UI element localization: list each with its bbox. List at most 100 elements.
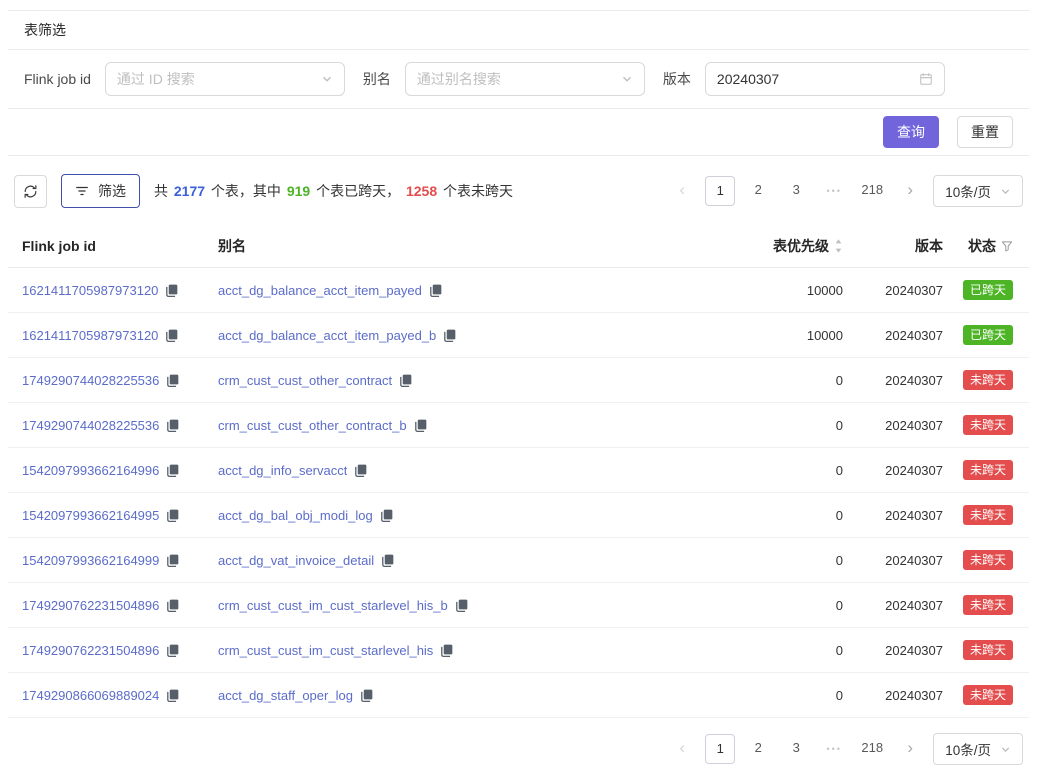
prev-page-button[interactable]: ‹: [667, 176, 697, 206]
copy-id-button[interactable]: [166, 419, 179, 432]
row-alias-link[interactable]: acct_dg_vat_invoice_detail: [218, 553, 374, 568]
flink-job-id-cell: 1749290744028225536: [22, 373, 218, 388]
copy-id-button[interactable]: [165, 284, 178, 297]
page-button-218[interactable]: 218: [857, 734, 887, 764]
row-alias-link[interactable]: acct_dg_staff_oper_log: [218, 688, 353, 703]
reset-button[interactable]: 重置: [957, 116, 1013, 148]
row-alias-link[interactable]: acct_dg_balance_acct_item_payed: [218, 283, 422, 298]
copy-icon: [166, 509, 179, 522]
copy-id-button[interactable]: [166, 374, 179, 387]
copy-icon: [360, 689, 373, 702]
next-page-button[interactable]: ›: [895, 176, 925, 206]
summary-segment: 个表未跨天: [439, 183, 513, 199]
copy-alias-button[interactable]: [455, 599, 468, 612]
col-priority[interactable]: 表优先级: [713, 236, 843, 256]
search-button[interactable]: 查询: [883, 116, 939, 148]
filter-toggle-button[interactable]: 筛选: [61, 174, 140, 208]
copy-id-button[interactable]: [166, 554, 179, 567]
prev-page-button[interactable]: ‹: [667, 734, 697, 764]
page-button-3[interactable]: 3: [781, 176, 811, 206]
crossed-count: 919: [287, 183, 310, 199]
copy-alias-button[interactable]: [354, 464, 367, 477]
calendar-icon: [919, 72, 933, 86]
page-button-3[interactable]: 3: [781, 734, 811, 764]
copy-alias-button[interactable]: [440, 644, 453, 657]
summary-segment: 个表，其中: [207, 183, 285, 199]
filter-funnel-icon[interactable]: [1001, 240, 1013, 252]
copy-alias-button[interactable]: [381, 554, 394, 567]
alias-label: 别名: [363, 69, 391, 89]
table-row: 1542097993662164995 acct_dg_bal_obj_modi…: [8, 493, 1029, 538]
row-alias-link[interactable]: crm_cust_cust_im_cust_starlevel_his: [218, 643, 433, 658]
row-priority: 10000: [713, 283, 843, 298]
row-alias-link[interactable]: acct_dg_info_servacct: [218, 463, 347, 478]
copy-icon: [429, 284, 442, 297]
col-status[interactable]: 状态: [943, 236, 1013, 256]
alias-select[interactable]: 通过别名搜索: [405, 62, 645, 96]
copy-alias-button[interactable]: [429, 284, 442, 297]
copy-alias-button[interactable]: [360, 689, 373, 702]
flink-job-id-cell: 1749290762231504896: [22, 598, 218, 613]
alias-cell: crm_cust_cust_im_cust_starlevel_his_b: [218, 598, 713, 613]
row-id-link[interactable]: 1749290762231504896: [22, 598, 159, 613]
copy-icon: [166, 644, 179, 657]
row-alias-link[interactable]: acct_dg_balance_acct_item_payed_b: [218, 328, 436, 343]
copy-id-button[interactable]: [165, 329, 178, 342]
refresh-button[interactable]: [14, 175, 47, 208]
page-button-1[interactable]: 1: [705, 734, 735, 764]
row-id-link[interactable]: 1749290744028225536: [22, 373, 159, 388]
version-date-picker[interactable]: [705, 62, 945, 96]
row-alias-link[interactable]: crm_cust_cust_im_cust_starlevel_his_b: [218, 598, 448, 613]
page-button-218[interactable]: 218: [857, 176, 887, 206]
row-id-link[interactable]: 1542097993662164995: [22, 508, 159, 523]
row-id-link[interactable]: 1621411705987973120: [22, 283, 158, 298]
alias-placeholder: 通过别名搜索: [417, 69, 621, 89]
row-alias-link[interactable]: crm_cust_cust_other_contract: [218, 373, 392, 388]
page-button-2[interactable]: 2: [743, 734, 773, 764]
copy-id-button[interactable]: [166, 509, 179, 522]
summary-text: 共 2177 个表，其中 919 个表已跨天， 1258 个表未跨天: [154, 181, 653, 201]
status-badge: 未跨天: [963, 595, 1013, 615]
copy-id-button[interactable]: [166, 689, 179, 702]
col-version: 版本: [843, 236, 943, 256]
copy-id-button[interactable]: [166, 644, 179, 657]
pagination-ellipsis[interactable]: •••: [819, 176, 849, 206]
pagination: ‹ 123 ••• 218 › 10条/页: [667, 733, 1023, 765]
row-priority: 0: [713, 463, 843, 478]
table-body: 1621411705987973120 acct_dg_balance_acct…: [8, 268, 1029, 718]
row-id-link[interactable]: 1749290866069889024: [22, 688, 159, 703]
sort-icon[interactable]: [834, 238, 843, 254]
pagination-ellipsis[interactable]: •••: [819, 734, 849, 764]
row-id-link[interactable]: 1749290744028225536: [22, 418, 159, 433]
col-priority-label: 表优先级: [773, 236, 829, 256]
copy-alias-button[interactable]: [380, 509, 393, 522]
flink-job-id-cell: 1542097993662164995: [22, 508, 218, 523]
row-version: 20240307: [843, 643, 943, 658]
not-crossed-count: 1258: [406, 183, 437, 199]
row-version: 20240307: [843, 328, 943, 343]
flink-job-id-select[interactable]: 通过 ID 搜索: [105, 62, 345, 96]
page-button-2[interactable]: 2: [743, 176, 773, 206]
copy-alias-button[interactable]: [399, 374, 412, 387]
row-id-link[interactable]: 1621411705987973120: [22, 328, 158, 343]
flink-job-id-cell: 1542097993662164996: [22, 463, 218, 478]
page-size-select[interactable]: 10条/页: [933, 175, 1023, 207]
page-size-select[interactable]: 10条/页: [933, 733, 1023, 765]
row-priority: 0: [713, 553, 843, 568]
row-id-link[interactable]: 1542097993662164996: [22, 463, 159, 478]
version-date-input[interactable]: [717, 71, 919, 87]
row-alias-link[interactable]: crm_cust_cust_other_contract_b: [218, 418, 407, 433]
row-version: 20240307: [843, 373, 943, 388]
flink-job-id-cell: 1621411705987973120: [22, 283, 218, 298]
row-id-link[interactable]: 1542097993662164999: [22, 553, 159, 568]
copy-alias-button[interactable]: [443, 329, 456, 342]
page-button-1[interactable]: 1: [705, 176, 735, 206]
copy-alias-button[interactable]: [414, 419, 427, 432]
row-id-link[interactable]: 1749290762231504896: [22, 643, 159, 658]
col-alias: 别名: [218, 236, 713, 256]
next-page-button[interactable]: ›: [895, 734, 925, 764]
copy-id-button[interactable]: [166, 599, 179, 612]
copy-id-button[interactable]: [166, 464, 179, 477]
row-alias-link[interactable]: acct_dg_bal_obj_modi_log: [218, 508, 373, 523]
page-size-label: 10条/页: [945, 739, 991, 759]
